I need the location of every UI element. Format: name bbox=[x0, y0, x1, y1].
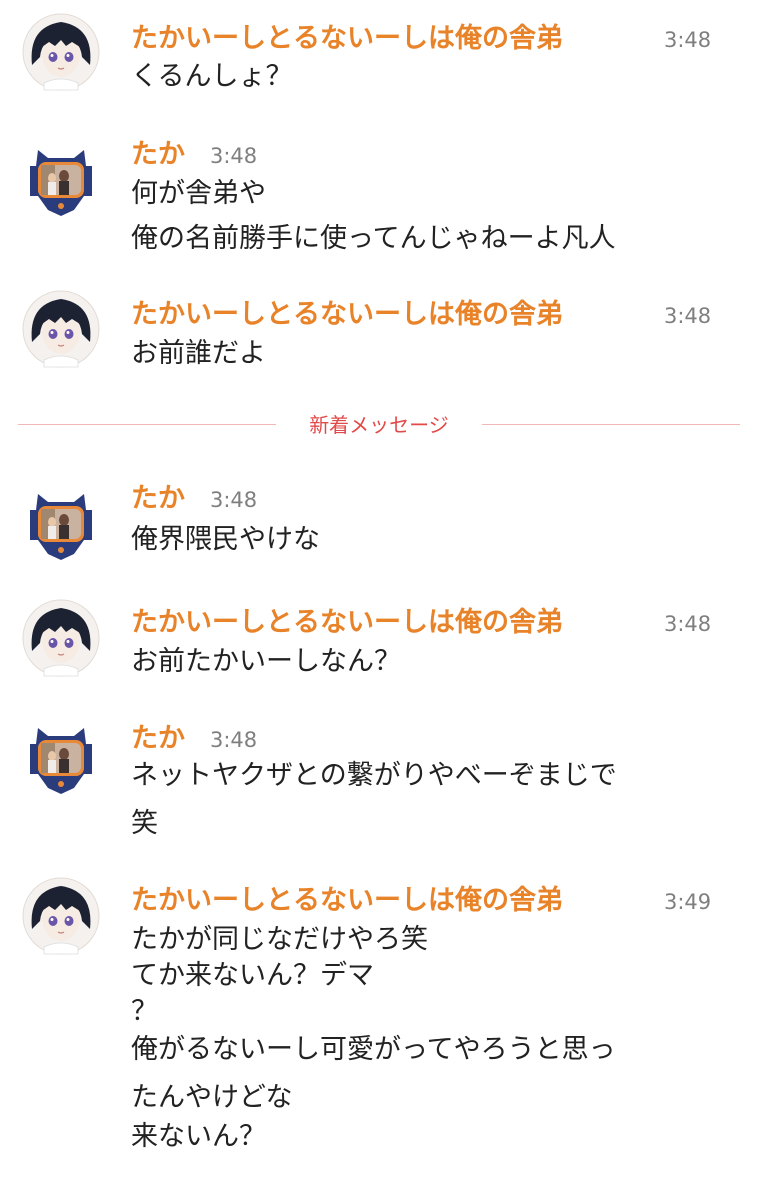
user-avatar[interactable] bbox=[22, 13, 100, 91]
framed-photo-avatar-icon bbox=[30, 494, 92, 560]
message-text: お前たかいーしなん？ bbox=[131, 646, 401, 677]
anime-girl-avatar-icon bbox=[22, 13, 100, 91]
framed-photo-avatar-icon bbox=[30, 150, 92, 216]
message-text: たんやけどな bbox=[131, 1082, 293, 1113]
sender-name[interactable]: たかいーしとるないーしは俺の舎弟 bbox=[131, 22, 563, 56]
message-time: 3:48 bbox=[664, 612, 712, 636]
message-text: お前誰だよ bbox=[131, 338, 266, 369]
message-time: 3:48 bbox=[664, 28, 712, 52]
anime-girl-avatar-icon bbox=[22, 290, 100, 368]
user-avatar[interactable] bbox=[22, 140, 100, 218]
message-text: 俺界隈民やけな bbox=[131, 524, 320, 555]
sender-name[interactable]: たか bbox=[131, 138, 185, 172]
message-text: 笑 bbox=[131, 808, 158, 839]
message-text: てか来ないん？デマ bbox=[131, 960, 374, 991]
sender-name[interactable]: たかいーしとるないーしは俺の舎弟 bbox=[131, 884, 563, 918]
message-text: ネットヤクザとの繋がりやべーぞまじで bbox=[131, 760, 617, 791]
message-text: たかが同じなだけやろ笑 bbox=[131, 924, 428, 955]
sender-name[interactable]: たか bbox=[131, 482, 185, 516]
message-time: 3:49 bbox=[664, 890, 712, 914]
sender-name[interactable]: たかいーしとるないーしは俺の舎弟 bbox=[131, 298, 563, 332]
message-text: 俺の名前勝手に使ってんじゃねーよ凡人 bbox=[131, 223, 616, 254]
user-avatar[interactable] bbox=[22, 599, 100, 677]
message-text: 何が舎弟や bbox=[131, 178, 266, 209]
message-text: ？ bbox=[131, 996, 158, 1027]
message-text: 来ないん？ bbox=[131, 1121, 266, 1152]
message-time: 3:48 bbox=[210, 144, 258, 168]
message-time: 3:48 bbox=[664, 304, 712, 328]
anime-girl-avatar-icon bbox=[22, 877, 100, 955]
sender-name[interactable]: たかいーしとるないーしは俺の舎弟 bbox=[131, 606, 563, 640]
message-text: 俺がるないーし可愛がってやろうと思っ bbox=[131, 1034, 616, 1065]
framed-photo-avatar-icon bbox=[30, 728, 92, 794]
user-avatar[interactable] bbox=[22, 877, 100, 955]
message-time: 3:48 bbox=[210, 488, 258, 512]
new-messages-label: 新着メッセージ bbox=[309, 413, 449, 437]
message-text: くるんしょ？ bbox=[131, 61, 293, 92]
anime-girl-avatar-icon bbox=[22, 599, 100, 677]
new-messages-divider: 新着メッセージ bbox=[18, 410, 740, 440]
user-avatar[interactable] bbox=[22, 290, 100, 368]
user-avatar[interactable] bbox=[22, 484, 100, 562]
user-avatar[interactable] bbox=[22, 718, 100, 796]
sender-name[interactable]: たか bbox=[131, 722, 185, 756]
message-time: 3:48 bbox=[210, 728, 258, 752]
